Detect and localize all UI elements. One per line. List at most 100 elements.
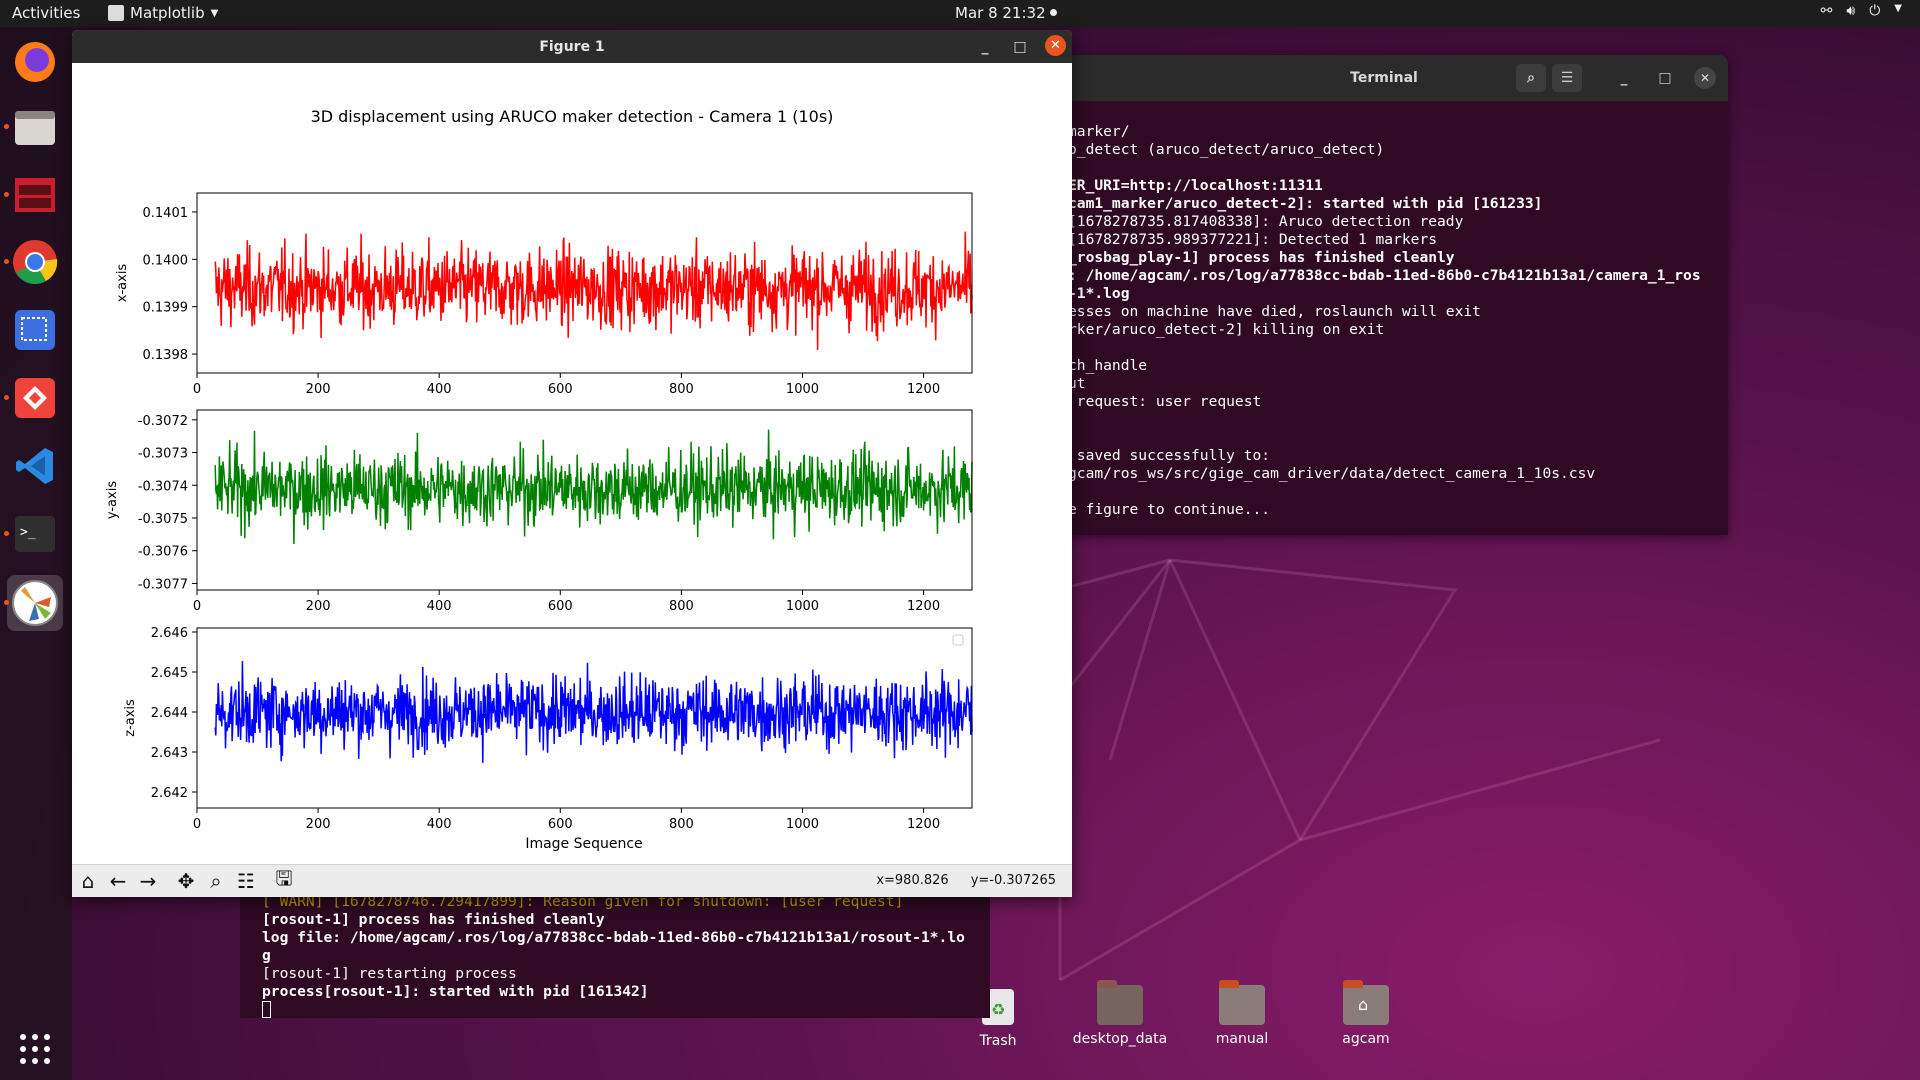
y-axis-label: y-axis [105, 481, 120, 519]
close-button[interactable]: ✕ [1694, 67, 1716, 89]
y-tick-label: 2.644 [151, 706, 188, 721]
pan-button[interactable]: ✥ [172, 868, 200, 894]
x-tick-label: 1000 [786, 382, 819, 397]
series-line-y-axis [214, 429, 973, 545]
dock: >_ [0, 27, 72, 1080]
desktop-icon-agcam[interactable]: ⌂ agcam [1311, 980, 1421, 1047]
vscode-launcher[interactable] [10, 441, 60, 491]
move-icon: ✥ [177, 869, 195, 893]
y-axis-label: x-axis [115, 264, 130, 303]
terminal-line: [rosout-1] restarting process [262, 965, 517, 982]
desktop-icon-desktop-data[interactable]: desktop_data [1065, 980, 1175, 1047]
figure-canvas[interactable]: 3D displacement using ARUCO maker detect… [72, 63, 1072, 895]
close-icon: ✕ [1050, 38, 1061, 53]
network-icon: ⚯ [1820, 3, 1833, 19]
terminal-launcher[interactable]: >_ [4, 509, 60, 559]
x-tick-label: 1000 [786, 817, 819, 832]
search-icon: ⌕ [1527, 70, 1535, 86]
zoom-button[interactable]: ⌕ [202, 868, 230, 894]
matplotlib-icon [12, 580, 58, 626]
running-indicator [4, 259, 9, 264]
home-button[interactable]: ⌂ [74, 868, 102, 894]
forward-button[interactable]: → [134, 868, 162, 894]
running-indicator [4, 192, 9, 197]
terminal-warning-line: [ WARN] [1678278746.729417899]: Reason g… [262, 895, 904, 910]
y-tick-label: 0.1400 [143, 253, 189, 268]
terminal-line: ch_handle [1068, 357, 1148, 374]
clock[interactable]: Mar 8 21:32 [955, 4, 1046, 22]
firefox-launcher[interactable] [10, 37, 60, 87]
terminal-window[interactable]: Terminal ⌕ ☰ _ □ ✕ marker/o_detect (aruc… [1040, 55, 1728, 535]
maximize-button[interactable]: □ [1650, 64, 1680, 92]
menu-button[interactable]: ☰ [1552, 64, 1582, 92]
app-menu[interactable]: Matplotlib ▼ [108, 4, 218, 22]
x-tick-label: 600 [548, 599, 573, 614]
window-title: Terminal [1350, 70, 1418, 86]
maximize-icon: □ [1013, 39, 1027, 55]
desktop-icon-label: Trash [979, 1033, 1017, 1049]
y-tick-label: -0.3074 [138, 479, 188, 494]
home-icon: ⌂ [81, 869, 95, 893]
notification-dot [1050, 9, 1057, 16]
system-tray[interactable]: ⚯ 🔊︎ ⏻ ▼ [1821, 3, 1902, 19]
magnifier-icon: ⌕ [210, 869, 222, 893]
x-tick-label: 400 [427, 817, 452, 832]
save-button[interactable]: 🖫︎ [270, 866, 298, 894]
terminal-output[interactable]: marker/o_detect (aruco_detect/aruco_dete… [1068, 123, 1728, 519]
terminal-titlebar[interactable]: Terminal ⌕ ☰ _ □ ✕ [1040, 55, 1728, 101]
x-tick-label: 800 [669, 599, 694, 614]
x-tick-label: 0 [193, 599, 201, 614]
firefox-icon [15, 42, 55, 82]
minimize-button[interactable]: _ [974, 36, 996, 58]
x-tick-label: 600 [548, 382, 573, 397]
terminal-line: g [262, 947, 271, 964]
terminal-line: process[rosout-1]: started with pid [161… [262, 983, 649, 1000]
y-tick-label: 2.645 [151, 666, 188, 681]
y-tick-label: 2.646 [151, 626, 188, 641]
running-indicator [4, 531, 9, 536]
configure-subplots-button[interactable]: ☷ [232, 868, 260, 894]
apps-launcher[interactable] [4, 170, 60, 220]
figure-window[interactable]: Figure 1 _ □ ✕ 3D displacement using ARU… [72, 30, 1072, 897]
anydesk-launcher[interactable] [4, 373, 60, 423]
volume-icon: 🔊︎ [1846, 3, 1856, 19]
terminal-window-bottom[interactable]: [ WARN] [1678278746.729417899]: Reason g… [240, 895, 990, 1018]
chevron-down-icon: ▼ [1894, 3, 1902, 14]
matplotlib-launcher[interactable] [4, 575, 63, 631]
activities-button[interactable]: Activities [12, 4, 80, 22]
figure-titlebar[interactable]: Figure 1 _ □ ✕ [72, 30, 1072, 63]
desktop-icon-label: agcam [1342, 1031, 1390, 1047]
svg-text:>_: >_ [20, 525, 36, 540]
chrome-launcher[interactable] [4, 237, 60, 287]
close-button[interactable]: ✕ [1045, 35, 1066, 56]
minimize-icon: _ [981, 39, 989, 55]
desktop-icon-manual[interactable]: manual [1187, 980, 1297, 1047]
series-line-x-axis [214, 231, 973, 350]
show-apps-button[interactable] [10, 1024, 60, 1074]
files-icon [15, 111, 55, 145]
minimize-button[interactable]: _ [1609, 64, 1639, 92]
terminal-line: esses on machine have died, roslaunch wi… [1068, 303, 1481, 320]
terminal-line: gcam/ros_ws/src/gige_cam_driver/data/det… [1068, 465, 1596, 482]
running-indicator [4, 395, 9, 400]
search-button[interactable]: ⌕ [1516, 64, 1546, 92]
terminal-cursor[interactable] [262, 1001, 271, 1018]
terminal-line: ut [1068, 375, 1086, 392]
files-launcher[interactable] [4, 102, 60, 152]
screenshot-launcher[interactable] [10, 305, 60, 355]
x-tick-label: 800 [669, 817, 694, 832]
back-button[interactable]: ← [104, 868, 132, 894]
x-tick-label: 400 [427, 382, 452, 397]
desktop-icon-label: desktop_data [1072, 1031, 1168, 1047]
hamburger-icon: ☰ [1560, 70, 1574, 86]
x-tick-label: 200 [306, 817, 331, 832]
matplotlib-app-icon [108, 5, 124, 21]
maximize-button[interactable]: □ [1009, 36, 1031, 58]
running-indicator [4, 600, 9, 605]
screenshot-icon [15, 310, 55, 350]
terminal-output[interactable]: [ WARN] [1678278746.729417899]: Reason g… [262, 895, 965, 1018]
y-tick-label: -0.3077 [138, 577, 188, 592]
